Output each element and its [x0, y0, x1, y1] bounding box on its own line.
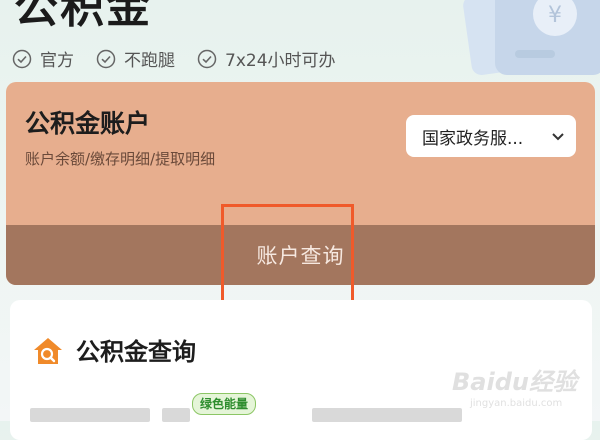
badge-no-errands: 不跑腿	[96, 46, 175, 71]
account-card-title: 公积金账户	[25, 109, 151, 138]
watermark-domain: jingyan.baidu.com	[470, 398, 563, 409]
badge-24-7: 7x24小时可办	[197, 46, 336, 71]
badge-label: 7x24小时可办	[225, 51, 336, 71]
badge-official: 官方	[12, 46, 74, 71]
baidu-watermark: Baidu经验 jingyan.baidu.com	[452, 356, 600, 418]
watermark-brand: Baidu经验	[452, 368, 577, 396]
query-section-title: 公积金查询	[76, 338, 196, 366]
svg-text:¥: ¥	[548, 3, 562, 28]
account-card-subtitle: 账户余额/缴存明细/提取明细	[25, 150, 216, 168]
region-select[interactable]: 国家政务服...	[406, 115, 576, 157]
hero-decoration-icon: ¥	[463, 0, 600, 75]
region-select-value: 国家政务服...	[422, 128, 524, 149]
badge-label: 官方	[40, 51, 74, 71]
feature-badges: 官方 不跑腿 7x24小时可办	[12, 46, 358, 71]
check-circle-icon	[96, 49, 116, 68]
truncated-text-row	[30, 408, 470, 422]
check-circle-icon	[197, 49, 217, 68]
house-search-icon	[34, 338, 62, 364]
badge-label: 不跑腿	[124, 51, 175, 71]
highlight-annotation-box	[221, 204, 354, 314]
chevron-down-icon	[552, 133, 564, 141]
check-circle-icon	[12, 49, 32, 68]
page-title: 公积金	[14, 0, 152, 33]
